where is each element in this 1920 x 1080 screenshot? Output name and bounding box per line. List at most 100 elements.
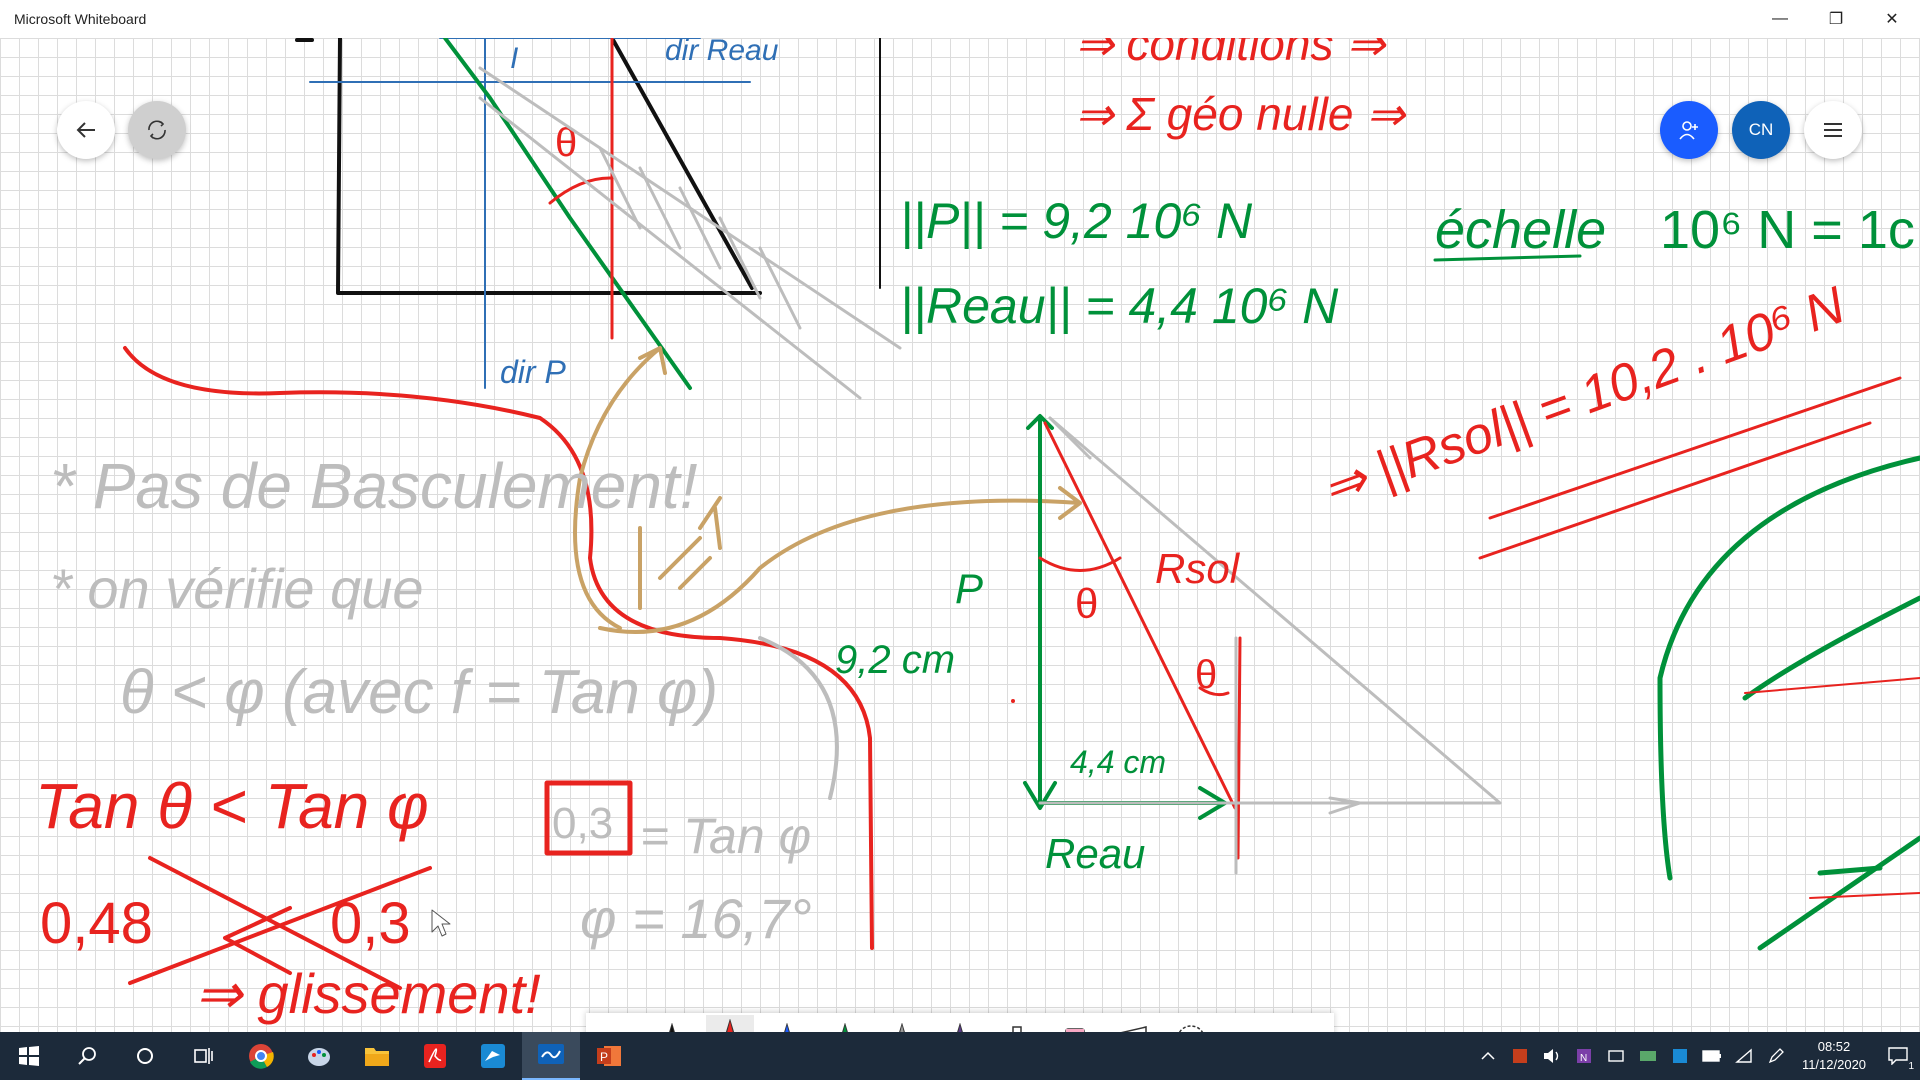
minimize-button[interactable]: —	[1752, 0, 1808, 38]
highlighter-tool[interactable]	[993, 1015, 1041, 1032]
back-button[interactable]	[57, 101, 115, 159]
label-p-vec: P	[955, 565, 983, 612]
acrobat-button[interactable]	[406, 1032, 464, 1080]
purple-pen-tool[interactable]	[936, 1015, 984, 1032]
sync-button[interactable]	[128, 101, 186, 159]
text-rsol-norm: ⇒ ||Rsol|| = 10,2 . 10⁶ N	[1314, 276, 1852, 519]
invite-button[interactable]	[1660, 101, 1718, 159]
pen-workspace-button[interactable]	[1760, 1032, 1792, 1080]
start-button[interactable]	[0, 1032, 58, 1080]
tray-app-icon	[1673, 1049, 1687, 1063]
chrome-icon	[249, 1044, 274, 1069]
title-bar: Microsoft Whiteboard — ❐ ✕	[0, 0, 1920, 38]
search-button[interactable]	[58, 1032, 116, 1080]
gray-notes: * Pas de Basculement! * on vérifie que θ…	[50, 450, 812, 950]
tray-app-4[interactable]	[1664, 1032, 1696, 1080]
ruler-tool[interactable]	[1109, 1015, 1157, 1032]
notification-count: 1	[1908, 1061, 1914, 1072]
close-button[interactable]: ✕	[1864, 0, 1920, 38]
sync-icon	[148, 120, 166, 140]
paint-icon	[308, 1048, 330, 1066]
whiteboard-canvas[interactable]: I dir Reau dir P θ θ θ Rsol P 9,2 cm 4,4…	[0, 38, 1920, 1032]
search-icon	[78, 1047, 96, 1065]
red-pen-tool[interactable]	[705, 1014, 754, 1032]
mouse-cursor-icon	[431, 909, 451, 937]
gray-pen-icon	[899, 1022, 906, 1032]
cortana-button[interactable]	[116, 1032, 174, 1080]
tray-app-2[interactable]	[1600, 1032, 1632, 1080]
cortana-icon	[137, 1048, 153, 1064]
text-force-reau: ||Reau|| = 4,4 10⁶ N	[900, 278, 1339, 335]
text-cond-1: ⇒ conditions ⇒	[1075, 38, 1387, 70]
show-hidden-icons-button[interactable]	[1472, 1032, 1504, 1080]
task-view-button[interactable]	[174, 1032, 232, 1080]
gray-bracket-ink	[758, 636, 839, 800]
onenote-icon: N	[1577, 1049, 1591, 1064]
label-reau-top: dir Reau	[665, 38, 779, 67]
ruler-icon	[1118, 1025, 1147, 1032]
blue-pen-tool[interactable]	[763, 1015, 811, 1032]
restore-button[interactable]: ❐	[1808, 0, 1864, 38]
select-tool[interactable]	[591, 1015, 639, 1032]
whiteboard-app-button[interactable]	[522, 1032, 580, 1080]
label-92: 9,2 cm	[835, 638, 955, 682]
gray-hatched-ink	[478, 66, 902, 400]
label-theta-2: θ	[1075, 580, 1098, 627]
speaker-icon	[1544, 1049, 1559, 1063]
clock[interactable]: 08:52 11/12/2020	[1792, 1038, 1876, 1074]
label-44: 4,4 cm	[1070, 744, 1166, 780]
windows-start-icon	[19, 1046, 39, 1066]
wifi-button[interactable]	[1728, 1032, 1760, 1080]
tray-app-3[interactable]	[1632, 1032, 1664, 1080]
black-pen-icon	[669, 1022, 676, 1032]
action-center-button[interactable]: 1	[1876, 1032, 1920, 1080]
blue-construction-ink	[309, 38, 751, 389]
eraser-icon	[1065, 1027, 1085, 1032]
windows-taskbar: P N 08:52 11/12/2020 1	[0, 1032, 1920, 1080]
red-048: 0,48	[40, 891, 153, 956]
hamburger-menu-icon	[1824, 123, 1842, 137]
green-pen-tool[interactable]	[821, 1015, 869, 1032]
lasso-tool[interactable]	[1166, 1015, 1214, 1032]
wifi-icon	[1735, 1048, 1752, 1063]
label-reau: Reau	[1045, 830, 1145, 877]
screen-capture-icon	[1608, 1050, 1624, 1062]
blue-pen-icon	[784, 1022, 791, 1032]
yellow-highlighter-icon	[1012, 1025, 1023, 1032]
black-pen-tool[interactable]	[648, 1015, 696, 1032]
gray-pen-tool[interactable]	[878, 1015, 926, 1032]
volume-button[interactable]	[1536, 1032, 1568, 1080]
green-line-ink	[443, 38, 692, 390]
label-dirp: dir P	[500, 354, 566, 390]
red-dot-ink	[1011, 699, 1015, 703]
eraser-tool[interactable]	[1051, 1015, 1099, 1032]
tray-app-icon	[1640, 1051, 1656, 1061]
red-glissement: ⇒ glissement!	[195, 962, 541, 1025]
menu-button[interactable]	[1804, 101, 1862, 159]
user-avatar[interactable]: CN	[1732, 101, 1790, 159]
chevron-up-icon	[1481, 1051, 1495, 1060]
undo-tool[interactable]	[1224, 1015, 1272, 1033]
powerpoint-button[interactable]: P	[580, 1032, 638, 1080]
gray-line-1: * Pas de Basculement!	[50, 450, 698, 522]
battery-button[interactable]	[1696, 1032, 1728, 1080]
redo-tool[interactable]	[1281, 1015, 1329, 1033]
red-pen-icon	[725, 1018, 735, 1032]
onenote-tray[interactable]: N	[1568, 1032, 1600, 1080]
paint-button[interactable]	[290, 1032, 348, 1080]
inking-toolbar	[586, 1013, 1334, 1032]
clock-time: 08:52	[1817, 1039, 1851, 1054]
red-far-right-ink	[1744, 677, 1920, 899]
ink-layer: I dir Reau dir P θ θ θ Rsol P 9,2 cm 4,4…	[35, 38, 1920, 1025]
battery-icon	[1702, 1050, 1721, 1062]
whiteboard-icon	[538, 1044, 564, 1064]
add-person-icon	[1679, 121, 1698, 140]
whiteboard-bird-button[interactable]	[464, 1032, 522, 1080]
label-theta-3: θ	[1195, 653, 1217, 697]
chrome-button[interactable]	[232, 1032, 290, 1080]
label-rsol: Rsol	[1155, 545, 1241, 592]
file-explorer-button[interactable]	[348, 1032, 406, 1080]
gray-line-2: * on vérifie que	[50, 557, 424, 620]
task-view-icon	[194, 1048, 213, 1064]
tray-app-1[interactable]	[1504, 1032, 1536, 1080]
